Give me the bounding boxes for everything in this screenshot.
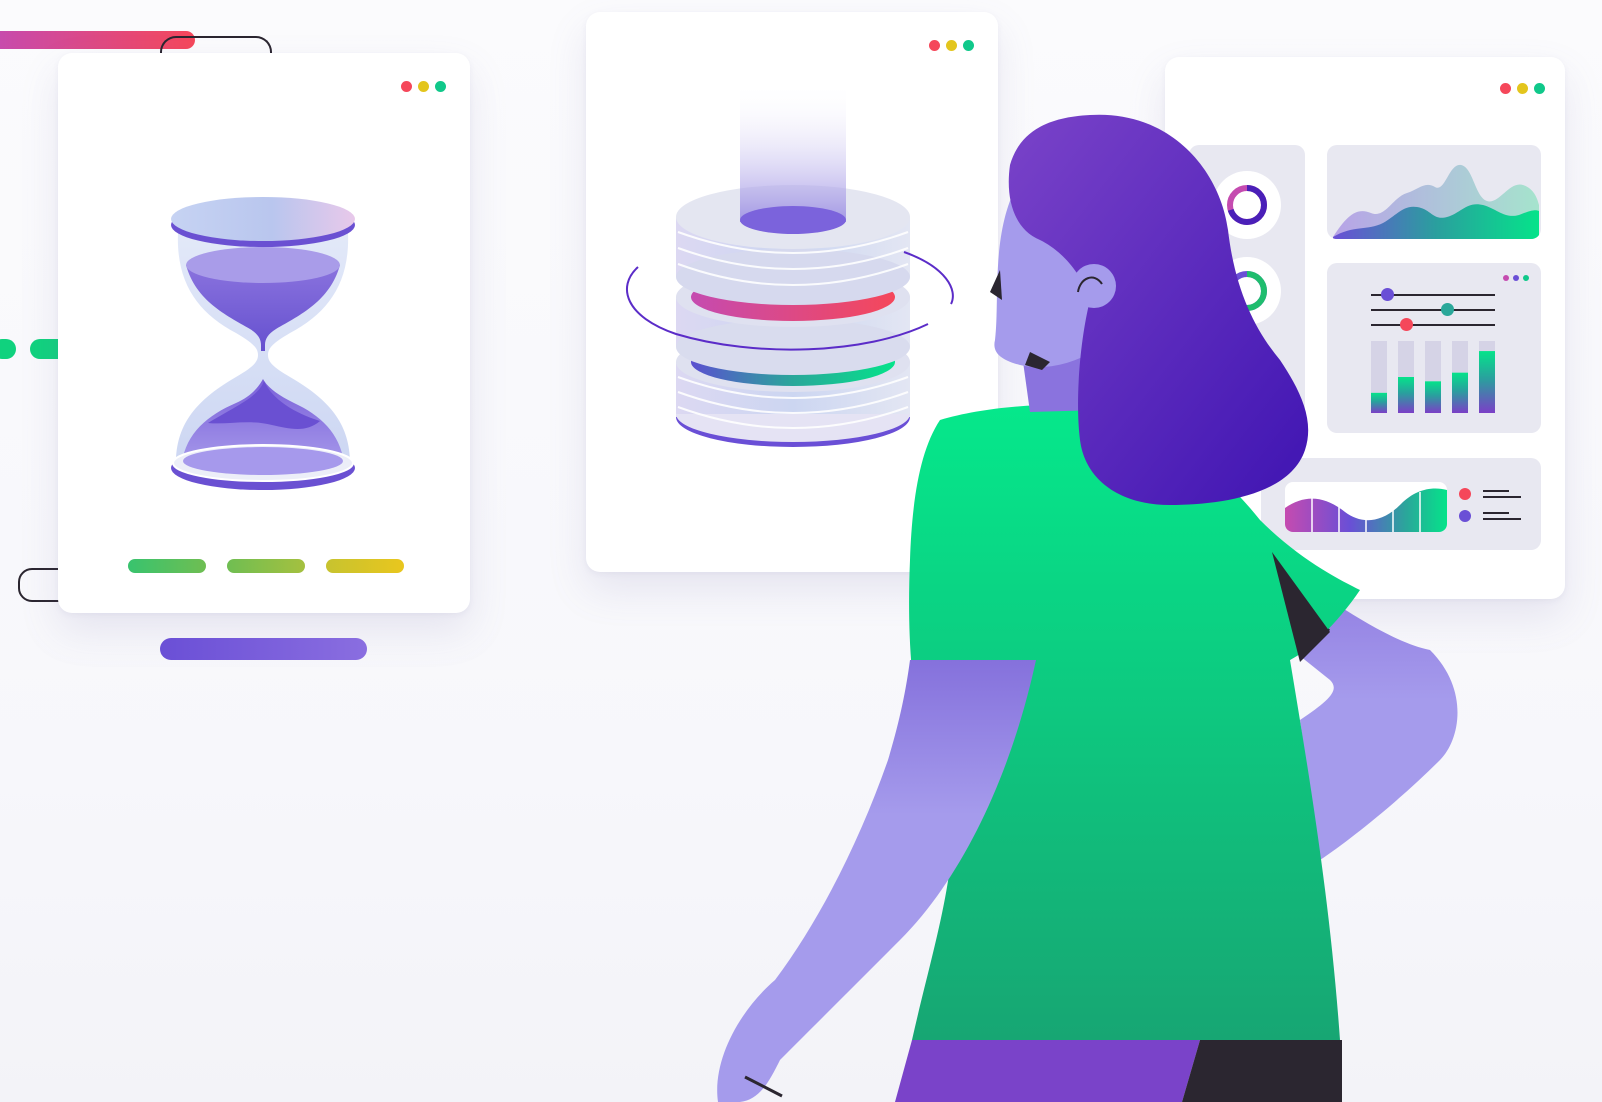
person-illustration [717, 114, 1458, 1102]
pants [895, 1040, 1200, 1102]
jaw-shadow [990, 270, 1002, 300]
pants-dark [1182, 1040, 1342, 1102]
